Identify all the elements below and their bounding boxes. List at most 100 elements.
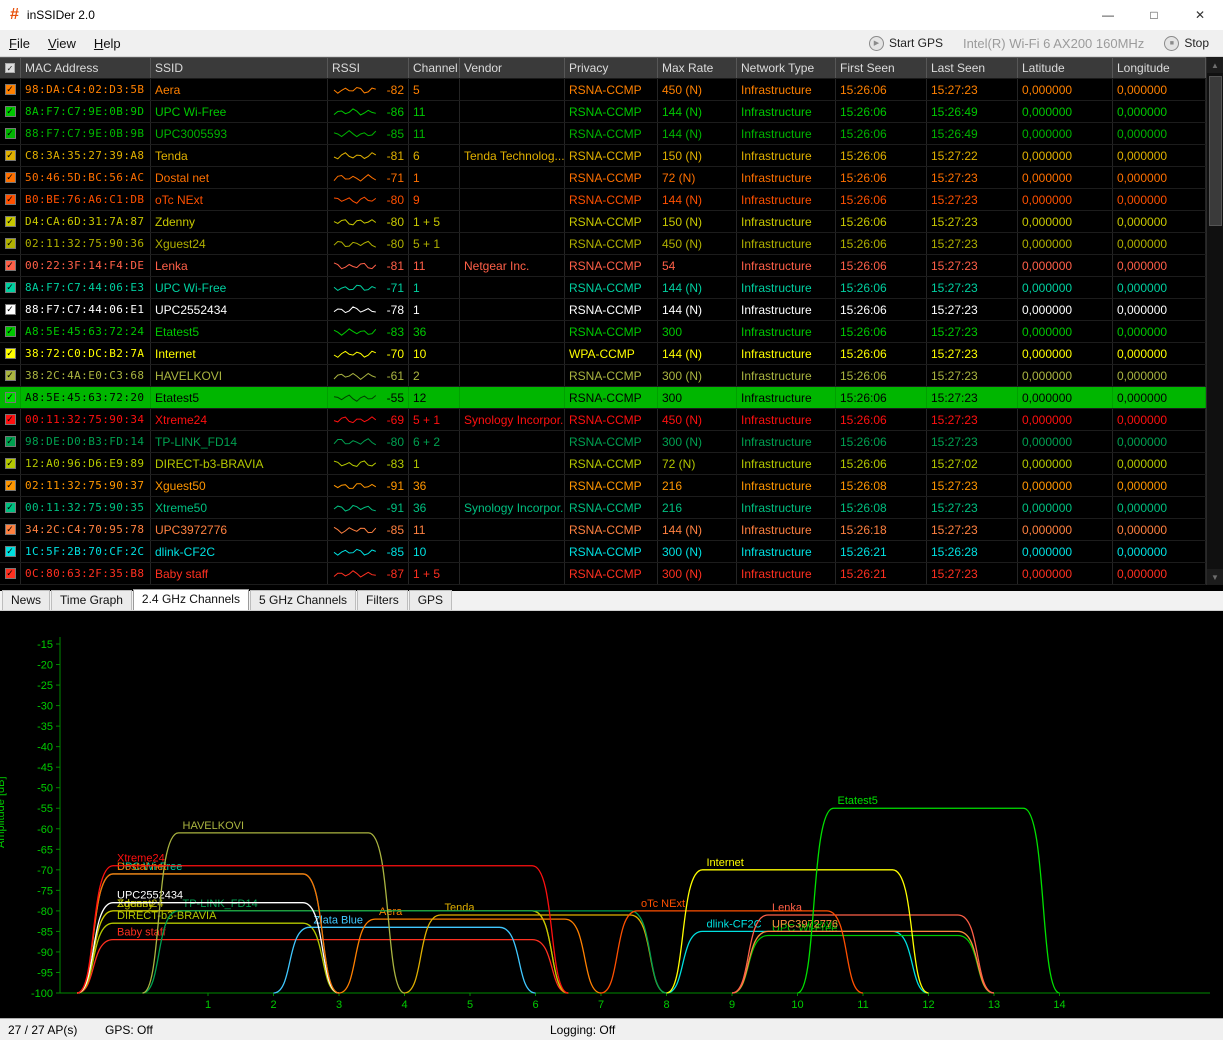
start-gps-button[interactable]: ▶ Start GPS — [869, 36, 943, 51]
rssi-sparkline — [332, 501, 378, 515]
table-row[interactable]: ✓ D4:CA:6D:31:7A:87 Zdenny -80 1 + 5 RSN… — [0, 211, 1223, 233]
nettype-cell: Infrastructure — [737, 233, 836, 254]
ssid-cell: Xtreme24 — [151, 409, 328, 430]
network-checkbox[interactable]: ✓ — [5, 392, 16, 403]
column-header-first-seen[interactable]: First Seen — [836, 58, 927, 78]
network-checkbox[interactable]: ✓ — [5, 128, 16, 139]
lastseen-cell: 15:27:23 — [927, 519, 1018, 540]
column-header-rssi[interactable]: RSSI — [328, 58, 409, 78]
column-header-channel[interactable]: Channel — [409, 58, 460, 78]
privacy-cell: RSNA-CCMP — [565, 519, 658, 540]
network-checkbox[interactable]: ✓ — [5, 436, 16, 447]
network-checkbox[interactable]: ✓ — [5, 194, 16, 205]
column-header-privacy[interactable]: Privacy — [565, 58, 658, 78]
scroll-up-icon[interactable]: ▲ — [1207, 57, 1223, 73]
network-checkbox[interactable]: ✓ — [5, 546, 16, 557]
channel-cell: 1 + 5 — [409, 211, 460, 232]
ssid-cell: TP-LINK_FD14 — [151, 431, 328, 452]
network-checkbox[interactable]: ✓ — [5, 348, 16, 359]
table-row[interactable]: ✓ 98:DE:D0:B3:FD:14 TP-LINK_FD14 -80 6 +… — [0, 431, 1223, 453]
lat-cell: 0,000000 — [1018, 343, 1113, 364]
network-checkbox[interactable]: ✓ — [5, 106, 16, 117]
network-checkbox[interactable]: ✓ — [5, 502, 16, 513]
column-header-vendor[interactable]: Vendor — [460, 58, 565, 78]
rssi-value: -71 — [387, 171, 404, 185]
network-checkbox[interactable]: ✓ — [5, 568, 16, 579]
network-checkbox[interactable]: ✓ — [5, 480, 16, 491]
column-header-mac-address[interactable]: MAC Address — [21, 58, 151, 78]
table-row[interactable]: ✓ A8:5E:45:63:72:24 Etatest5 -83 36 RSNA… — [0, 321, 1223, 343]
tab-2-4-ghz-channels[interactable]: 2.4 GHz Channels — [133, 589, 249, 610]
table-row[interactable]: ✓ 8A:F7:C7:44:06:E3 UPC Wi-Free -71 1 RS… — [0, 277, 1223, 299]
scroll-down-icon[interactable]: ▼ — [1207, 569, 1223, 585]
mac-cell: 02:11:32:75:90:36 — [21, 233, 151, 254]
network-checkbox[interactable]: ✓ — [5, 150, 16, 161]
table-row[interactable]: ✓ 00:11:32:75:90:35 Xtreme50 -91 36 Syno… — [0, 497, 1223, 519]
network-checkbox[interactable]: ✓ — [5, 260, 16, 271]
table-row[interactable]: ✓ 8A:F7:C7:9E:0B:9D UPC Wi-Free -86 11 R… — [0, 101, 1223, 123]
menu-view[interactable]: View — [39, 32, 85, 55]
close-icon[interactable]: ✕ — [1177, 0, 1223, 30]
channel-cell: 6 + 2 — [409, 431, 460, 452]
scrollbar-thumb[interactable] — [1209, 76, 1222, 226]
checkbox-cell: ✓ — [0, 453, 21, 474]
column-header-ssid[interactable]: SSID — [151, 58, 328, 78]
table-row[interactable]: ✓ 34:2C:C4:70:95:78 UPC3972776 -85 11 RS… — [0, 519, 1223, 541]
svg-text:UPC3972776: UPC3972776 — [772, 918, 838, 930]
column-header-network-type[interactable]: Network Type — [737, 58, 836, 78]
svg-text:-40: -40 — [37, 742, 53, 754]
checkbox-cell: ✓ — [0, 79, 21, 100]
table-row[interactable]: ✓ 00:11:32:75:90:34 Xtreme24 -69 5 + 1 S… — [0, 409, 1223, 431]
table-row[interactable]: ✓ 88:F7:C7:9E:0B:9B UPC3005593 -85 11 RS… — [0, 123, 1223, 145]
table-rows: ✓ 98:DA:C4:02:D3:5B Aera -82 5 RSNA-CCMP… — [0, 79, 1223, 585]
tab-5-ghz-channels[interactable]: 5 GHz Channels — [250, 590, 356, 610]
network-checkbox[interactable]: ✓ — [5, 524, 16, 535]
stop-button[interactable]: ■ Stop — [1164, 36, 1209, 51]
table-row[interactable]: ✓ 02:11:32:75:90:36 Xguest24 -80 5 + 1 R… — [0, 233, 1223, 255]
table-row[interactable]: ✓ 1C:5F:2B:70:CF:2C dlink-CF2C -85 10 RS… — [0, 541, 1223, 563]
table-scrollbar[interactable]: ▲ ▼ — [1206, 57, 1223, 585]
column-header-max-rate[interactable]: Max Rate — [658, 58, 737, 78]
tab-news[interactable]: News — [2, 590, 50, 610]
column-header-latitude[interactable]: Latitude — [1018, 58, 1113, 78]
table-row[interactable]: ✓ 38:72:C0:DC:B2:7A Internet -70 10 WPA-… — [0, 343, 1223, 365]
table-row[interactable]: ✓ 38:2C:4A:E0:C3:68 HAVELKOVI -61 2 RSNA… — [0, 365, 1223, 387]
network-checkbox[interactable]: ✓ — [5, 172, 16, 183]
table-row[interactable]: ✓ 12:A0:96:D6:E9:89 DIRECT-b3-BRAVIA -83… — [0, 453, 1223, 475]
network-checkbox[interactable]: ✓ — [5, 216, 16, 227]
rssi-value: -82 — [387, 83, 404, 97]
select-all-checkbox[interactable]: ✓ — [0, 58, 21, 78]
minimize-icon[interactable]: — — [1085, 0, 1131, 30]
table-row[interactable]: ✓ 88:F7:C7:44:06:E1 UPC2552434 -78 1 RSN… — [0, 299, 1223, 321]
network-checkbox[interactable]: ✓ — [5, 282, 16, 293]
table-row[interactable]: ✓ A8:5E:45:63:72:20 Etatest5 -55 12 RSNA… — [0, 387, 1223, 409]
network-checkbox[interactable]: ✓ — [5, 326, 16, 337]
menu-help[interactable]: Help — [85, 32, 130, 55]
table-row[interactable]: ✓ 50:46:5D:BC:56:AC Dostal net -71 1 RSN… — [0, 167, 1223, 189]
nettype-cell: Infrastructure — [737, 277, 836, 298]
maximize-icon[interactable]: □ — [1131, 0, 1177, 30]
network-checkbox[interactable]: ✓ — [5, 238, 16, 249]
svg-text:-15: -15 — [37, 639, 53, 651]
tab-filters[interactable]: Filters — [357, 590, 408, 610]
table-row[interactable]: ✓ 98:DA:C4:02:D3:5B Aera -82 5 RSNA-CCMP… — [0, 79, 1223, 101]
table-row[interactable]: ✓ 00:22:3F:14:F4:DE Lenka -81 11 Netgear… — [0, 255, 1223, 277]
network-checkbox[interactable]: ✓ — [5, 414, 16, 425]
table-row[interactable]: ✓ C8:3A:35:27:39:A8 Tenda -81 6 Tenda Te… — [0, 145, 1223, 167]
mac-cell: 00:11:32:75:90:34 — [21, 409, 151, 430]
tab-time-graph[interactable]: Time Graph — [51, 590, 132, 610]
network-checkbox[interactable]: ✓ — [5, 458, 16, 469]
table-row[interactable]: ✓ 02:11:32:75:90:37 Xguest50 -91 36 RSNA… — [0, 475, 1223, 497]
menu-file[interactable]: File — [0, 32, 39, 55]
network-checkbox[interactable]: ✓ — [5, 84, 16, 95]
network-checkbox[interactable]: ✓ — [5, 304, 16, 315]
network-checkbox[interactable]: ✓ — [5, 370, 16, 381]
rssi-cell: -82 — [328, 79, 409, 100]
table-row[interactable]: ✓ 0C:80:63:2F:35:B8 Baby staff -87 1 + 5… — [0, 563, 1223, 585]
column-header-longitude[interactable]: Longitude — [1113, 58, 1206, 78]
nettype-cell: Infrastructure — [737, 563, 836, 584]
table-row[interactable]: ✓ B0:BE:76:A6:C1:DB oTc NExt -80 9 RSNA-… — [0, 189, 1223, 211]
tab-gps[interactable]: GPS — [409, 590, 452, 610]
column-header-last-seen[interactable]: Last Seen — [927, 58, 1018, 78]
lat-cell: 0,000000 — [1018, 79, 1113, 100]
